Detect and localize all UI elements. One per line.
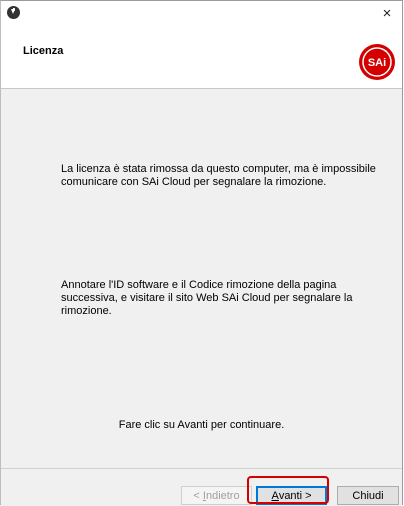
page-title: Licenza [23,45,64,57]
next-button[interactable]: Avanti > [256,486,327,505]
message-removed: La licenza è stata rimossa da questo com… [61,163,376,188]
close-window-button[interactable]: × [372,1,402,25]
wizard-header: Licenza SAi [1,25,402,88]
logo-text: SAi [368,57,386,69]
close-button[interactable]: Chiudi [337,486,399,505]
next-access-key: A [271,489,279,502]
message-continue: Fare clic su Avanti per continuare. [118,419,285,431]
download-icon [7,6,20,19]
message-instructions: Annotare l'ID software e il Codice rimoz… [61,279,353,317]
wizard-window: × Licenza SAi La licenza è stata rimossa… [0,0,403,506]
sai-logo-icon: SAi [359,44,395,80]
wizard-content: La licenza è stata rimossa da questo com… [1,89,402,469]
next-label: vanti > [278,489,312,502]
title-bar: × [1,1,402,25]
back-label: ndietro [205,489,240,502]
close-label: Chiudi [352,489,384,502]
wizard-footer: < Indietro Avanti > Chiudi [1,469,402,506]
back-button[interactable]: < Indietro [181,486,252,505]
back-prefix: < [193,489,203,502]
